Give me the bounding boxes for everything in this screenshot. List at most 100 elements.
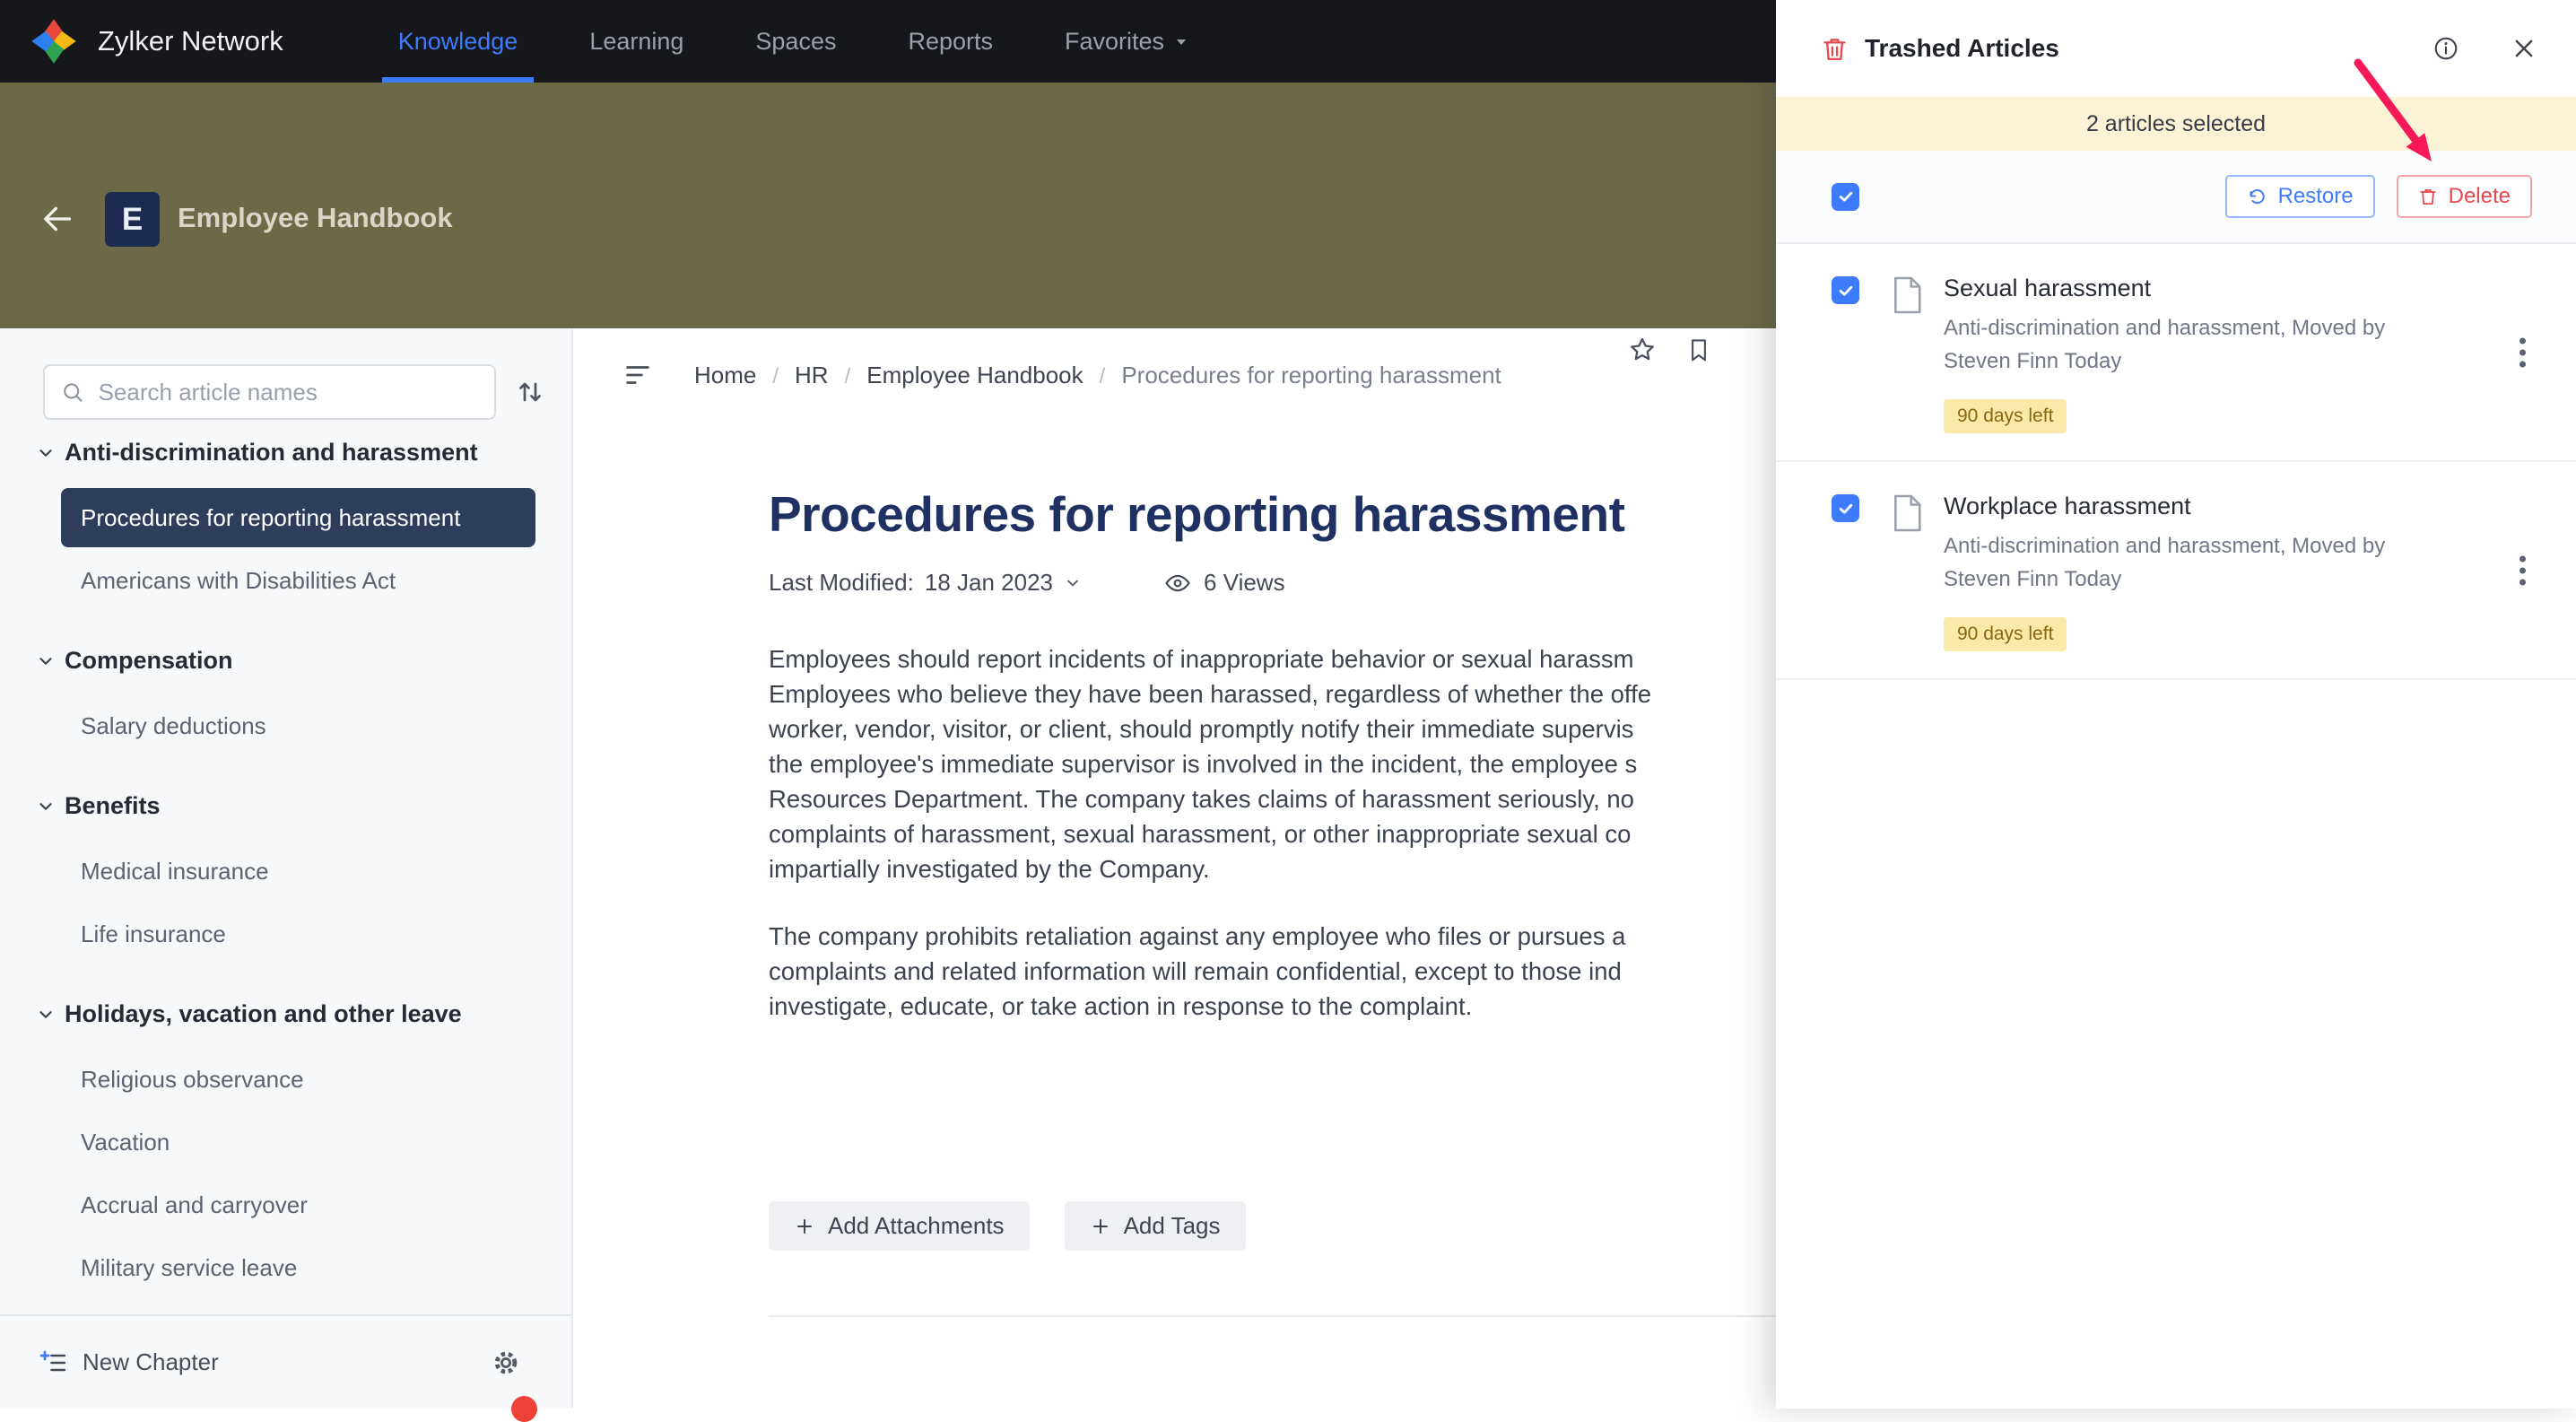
kebab-menu-icon[interactable]	[2516, 334, 2529, 371]
delete-button[interactable]: Delete	[2397, 175, 2532, 218]
notification-dot	[511, 1396, 537, 1422]
panel-header: Trashed Articles	[1776, 0, 2576, 97]
nav-tab-favorites[interactable]: Favorites	[1065, 0, 1189, 83]
chapter-group: Compensation Salary deductions	[0, 628, 571, 755]
chapter-label: Compensation	[65, 647, 233, 675]
chevron-down-icon	[36, 1005, 56, 1025]
restore-icon	[2247, 187, 2267, 207]
chapter-label: Anti-discrimination and harassment	[65, 439, 478, 467]
sidebar-article-military-service-leave[interactable]: Military service leave	[61, 1238, 535, 1297]
trashed-article-row: Sexual harassment Anti-discrimination an…	[1776, 244, 2576, 462]
nav-tab-knowledge[interactable]: Knowledge	[398, 0, 518, 83]
add-attachments-button[interactable]: Add Attachments	[769, 1201, 1030, 1251]
chapter-label: Benefits	[65, 792, 161, 820]
sidebar: Anti-discrimination and harassment Proce…	[0, 328, 573, 1409]
add-tags-label: Add Tags	[1124, 1212, 1221, 1240]
chapter-holidays[interactable]: Holidays, vacation and other leave	[0, 981, 571, 1047]
nav-tab-favorites-label: Favorites	[1065, 28, 1164, 56]
chevron-down-icon	[36, 651, 56, 671]
info-icon[interactable]	[2432, 35, 2459, 62]
chapter-group: Benefits Medical insurance Life insuranc…	[0, 773, 571, 964]
document-icon	[1890, 493, 1924, 534]
sidebar-article-religious-observance[interactable]: Religious observance	[61, 1050, 535, 1109]
chevron-down-icon	[36, 797, 56, 816]
nav-tab-spaces[interactable]: Spaces	[755, 0, 836, 83]
chapter-anti-discrimination[interactable]: Anti-discrimination and harassment	[0, 420, 571, 485]
selection-banner: 2 articles selected	[1776, 97, 2576, 151]
chevron-down-icon	[1173, 33, 1189, 49]
sidebar-article-salary-deductions[interactable]: Salary deductions	[61, 696, 535, 755]
chevron-down-icon	[1064, 574, 1082, 592]
star-icon[interactable]	[1628, 336, 1657, 364]
handbook-avatar: E	[105, 192, 160, 247]
delete-label: Delete	[2449, 184, 2511, 209]
breadcrumb-home[interactable]: Home	[694, 362, 795, 389]
breadcrumb-current: Procedures for reporting harassment	[1121, 362, 1501, 389]
sort-icon[interactable]	[514, 376, 546, 408]
breadcrumb-employee-handbook[interactable]: Employee Handbook	[866, 362, 1121, 389]
zylker-logo-icon	[30, 17, 78, 65]
settings-gear-icon[interactable]	[491, 1348, 521, 1378]
add-tags-button[interactable]: Add Tags	[1065, 1201, 1246, 1251]
chapter-compensation[interactable]: Compensation	[0, 628, 571, 694]
trashed-article-meta: Anti-discrimination and harassment, Move…	[1944, 311, 2537, 378]
days-left-badge: 90 days left	[1944, 617, 2067, 651]
brand-name: Zylker Network	[98, 25, 283, 57]
chapter-benefits[interactable]: Benefits	[0, 773, 571, 839]
sidebar-footer: New Chapter	[0, 1314, 571, 1409]
kebab-menu-icon[interactable]	[2516, 552, 2529, 589]
last-modified-label: Last Modified:	[769, 569, 914, 597]
trashed-article-row: Workplace harassment Anti-discrimination…	[1776, 462, 2576, 680]
restore-button[interactable]: Restore	[2225, 175, 2375, 218]
row-checkbox[interactable]	[1832, 276, 1859, 304]
arrow-left-icon	[39, 201, 75, 237]
search-box[interactable]	[43, 364, 496, 420]
restore-label: Restore	[2278, 184, 2354, 209]
outline-toggle-icon[interactable]	[622, 360, 653, 390]
chapter-tree: Anti-discrimination and harassment Proce…	[0, 420, 571, 1297]
check-icon	[1837, 188, 1855, 205]
check-icon	[1837, 282, 1855, 300]
views-label: 6 Views	[1204, 569, 1285, 597]
close-icon[interactable]	[2511, 36, 2537, 61]
bookmark-icon[interactable]	[1685, 336, 1712, 364]
search-icon	[61, 379, 84, 405]
sidebar-article-americans-with-disabilities-act[interactable]: Americans with Disabilities Act	[61, 551, 535, 610]
breadcrumb-row: Home HR Employee Handbook Procedures for…	[622, 353, 1501, 397]
chevron-down-icon	[36, 443, 56, 463]
last-modified-value: 18 Jan 2023	[925, 569, 1053, 597]
trashed-articles-panel: Trashed Articles 2 articles selected Res…	[1776, 0, 2576, 1409]
panel-toolbar: Restore Delete	[1776, 151, 2576, 244]
new-chapter-button[interactable]: New Chapter	[39, 1348, 219, 1377]
brand[interactable]: Zylker Network	[30, 17, 283, 65]
chapter-group: Anti-discrimination and harassment Proce…	[0, 420, 571, 610]
days-left-badge: 90 days left	[1944, 399, 2067, 433]
add-chapter-icon	[39, 1348, 68, 1377]
breadcrumb: Home HR Employee Handbook Procedures for…	[694, 362, 1501, 389]
sidebar-article-vacation[interactable]: Vacation	[61, 1112, 535, 1172]
chapter-group: Holidays, vacation and other leave Relig…	[0, 981, 571, 1297]
back-button[interactable]	[39, 199, 79, 239]
document-icon	[1890, 275, 1924, 316]
trash-icon	[1821, 35, 1849, 63]
sidebar-article-medical-insurance[interactable]: Medical insurance	[61, 842, 535, 901]
trashed-article-title[interactable]: Workplace harassment	[1944, 493, 2537, 520]
plus-icon	[1090, 1216, 1111, 1237]
chapter-label: Holidays, vacation and other leave	[65, 1000, 462, 1028]
trashed-article-title[interactable]: Sexual harassment	[1944, 275, 2537, 302]
nav-tab-learning[interactable]: Learning	[589, 0, 683, 83]
eye-icon	[1164, 570, 1191, 597]
sidebar-article-life-insurance[interactable]: Life insurance	[61, 904, 535, 964]
selection-count-label: 2 articles selected	[2086, 111, 2266, 137]
breadcrumb-hr[interactable]: HR	[795, 362, 866, 389]
nav-tab-reports[interactable]: Reports	[908, 0, 993, 83]
sidebar-article-procedures-for-reporting-harassment[interactable]: Procedures for reporting harassment	[61, 488, 535, 547]
check-icon	[1837, 500, 1855, 518]
row-checkbox[interactable]	[1832, 494, 1859, 522]
panel-title: Trashed Articles	[1865, 34, 2416, 63]
sidebar-article-accrual-and-carryover[interactable]: Accrual and carryover	[61, 1175, 535, 1234]
trash-icon	[2418, 187, 2438, 206]
select-all-checkbox[interactable]	[1832, 183, 1859, 211]
search-input[interactable]	[97, 378, 478, 407]
last-modified-dropdown[interactable]: Last Modified: 18 Jan 2023	[769, 569, 1082, 597]
